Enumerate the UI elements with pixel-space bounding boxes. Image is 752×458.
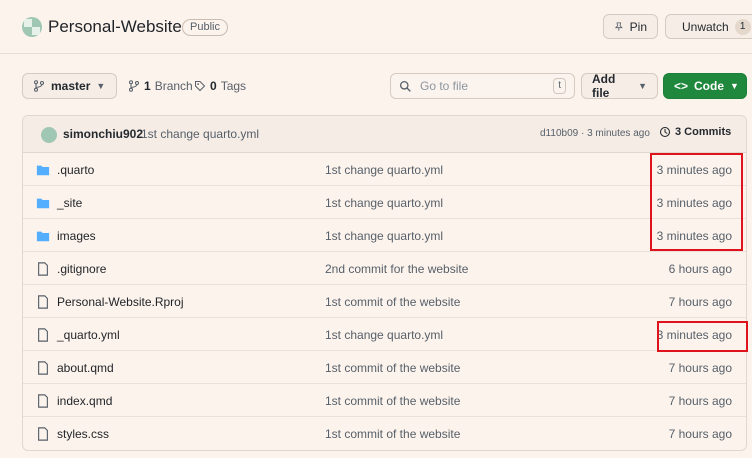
file-name[interactable]: index.qmd bbox=[57, 394, 112, 408]
repo-name[interactable]: Personal-Website bbox=[48, 17, 182, 37]
commit-author[interactable]: simonchiu902 bbox=[63, 127, 143, 141]
search-shortcut: t bbox=[553, 78, 566, 94]
file-name[interactable]: about.qmd bbox=[57, 361, 114, 375]
go-to-file-input[interactable]: Go to file t bbox=[390, 73, 575, 99]
file-icon bbox=[38, 361, 48, 375]
branch-selector[interactable]: master ▼ bbox=[22, 73, 117, 99]
add-file-button[interactable]: Add file ▼ bbox=[581, 72, 658, 100]
avatar[interactable] bbox=[41, 127, 57, 143]
commit-message[interactable]: 1st change quarto.yml bbox=[325, 196, 443, 210]
commits-link[interactable]: 3 Commits bbox=[659, 126, 731, 138]
repo-toolbar: master ▼ 1 Branch 0 Tags Go to file t Ad… bbox=[0, 70, 752, 100]
code-label: Code bbox=[694, 79, 725, 93]
branch-name: master bbox=[51, 79, 91, 93]
code-button[interactable]: <> Code ▼ bbox=[663, 73, 747, 99]
commit-time: 7 hours ago bbox=[668, 427, 732, 441]
commit-message[interactable]: 1st commit of the website bbox=[325, 361, 460, 375]
search-icon bbox=[399, 80, 411, 92]
commit-time: 3 minutes ago bbox=[656, 229, 732, 243]
file-name[interactable]: .quarto bbox=[57, 163, 94, 177]
commit-meta[interactable]: d110b09 · 3 minutes ago bbox=[540, 128, 650, 139]
table-row[interactable]: _site 1st change quarto.yml 3 minutes ag… bbox=[23, 186, 746, 219]
tag-icon bbox=[194, 80, 206, 92]
commit-message[interactable]: 1st change quarto.yml bbox=[141, 127, 259, 141]
table-row[interactable]: about.qmd 1st commit of the website 7 ho… bbox=[23, 351, 746, 384]
file-list: simonchiu902 1st change quarto.yml d110b… bbox=[22, 115, 747, 451]
folder-icon bbox=[36, 198, 50, 209]
chevron-down-icon: ▼ bbox=[638, 81, 647, 91]
tags-label: Tags bbox=[220, 79, 247, 93]
commit-message[interactable]: 1st change quarto.yml bbox=[325, 229, 443, 243]
branches-count: 1 bbox=[144, 79, 151, 93]
commits-label: 3 Commits bbox=[675, 126, 732, 138]
file-name[interactable]: Personal-Website.Rproj bbox=[57, 295, 184, 309]
table-row[interactable]: Personal-Website.Rproj 1st commit of the… bbox=[23, 285, 746, 318]
search-placeholder: Go to file bbox=[420, 79, 469, 93]
unwatch-button[interactable]: Unwatch 1 bbox=[665, 14, 752, 39]
commit-message[interactable]: 1st commit of the website bbox=[325, 394, 460, 408]
table-row[interactable]: _quarto.yml 1st change quarto.yml 3 minu… bbox=[23, 318, 746, 351]
table-row[interactable]: index.qmd 1st commit of the website 7 ho… bbox=[23, 384, 746, 417]
file-icon bbox=[38, 328, 48, 342]
file-name[interactable]: _site bbox=[57, 196, 82, 210]
table-row[interactable]: .quarto 1st change quarto.yml 3 minutes … bbox=[23, 153, 746, 186]
file-icon bbox=[38, 295, 48, 309]
commit-message[interactable]: 1st change quarto.yml bbox=[325, 328, 443, 342]
commit-message[interactable]: 1st commit of the website bbox=[325, 427, 460, 441]
table-row[interactable]: .gitignore 2nd commit for the website 6 … bbox=[23, 252, 746, 285]
folder-icon bbox=[36, 165, 50, 176]
commit-time: 3 minutes ago bbox=[656, 163, 732, 177]
watch-count: 1 bbox=[734, 18, 751, 35]
visibility-badge: Public bbox=[182, 19, 228, 36]
chevron-down-icon: ▼ bbox=[730, 81, 739, 91]
commit-message[interactable]: 1st change quarto.yml bbox=[325, 163, 443, 177]
code-icon: <> bbox=[674, 79, 689, 93]
commit-time: 3 minutes ago bbox=[656, 196, 732, 210]
pin-button[interactable]: Pin bbox=[603, 14, 658, 39]
add-file-label: Add file bbox=[592, 72, 616, 100]
file-icon bbox=[38, 427, 48, 441]
file-name[interactable]: images bbox=[57, 229, 96, 243]
commit-message[interactable]: 1st commit of the website bbox=[325, 295, 460, 309]
repo-header: Personal-Website Public Pin Unwatch 1 bbox=[0, 0, 752, 54]
history-icon bbox=[659, 126, 671, 138]
file-name[interactable]: styles.css bbox=[57, 427, 109, 441]
folder-icon bbox=[36, 231, 50, 242]
latest-commit-bar: simonchiu902 1st change quarto.yml d110b… bbox=[23, 116, 746, 153]
commit-message[interactable]: 2nd commit for the website bbox=[325, 262, 468, 276]
table-row[interactable]: images 1st change quarto.yml 3 minutes a… bbox=[23, 219, 746, 252]
commit-time: 6 hours ago bbox=[668, 262, 732, 276]
table-row[interactable]: styles.css 1st commit of the website 7 h… bbox=[23, 417, 746, 450]
repo-avatar[interactable] bbox=[22, 17, 42, 37]
file-name[interactable]: .gitignore bbox=[57, 262, 106, 276]
file-icon bbox=[38, 394, 48, 408]
commit-time: 3 minutes ago bbox=[656, 328, 732, 342]
file-rows: .quarto 1st change quarto.yml 3 minutes … bbox=[23, 153, 746, 450]
branches-label: Branch bbox=[154, 79, 193, 93]
chevron-down-icon: ▼ bbox=[96, 81, 106, 91]
commit-time: 7 hours ago bbox=[668, 361, 732, 375]
tags-count: 0 bbox=[210, 79, 217, 93]
commit-time: 7 hours ago bbox=[668, 394, 732, 408]
branch-icon bbox=[33, 80, 45, 92]
file-icon bbox=[38, 262, 48, 276]
branch-icon bbox=[128, 80, 140, 92]
tags-link[interactable]: 0 Tags bbox=[194, 79, 246, 93]
pin-icon bbox=[614, 22, 623, 31]
pin-label: Pin bbox=[629, 19, 647, 34]
unwatch-label: Unwatch bbox=[682, 19, 729, 34]
branches-link[interactable]: 1 Branch bbox=[128, 79, 193, 93]
commit-time: 7 hours ago bbox=[668, 295, 732, 309]
file-name[interactable]: _quarto.yml bbox=[57, 328, 120, 342]
